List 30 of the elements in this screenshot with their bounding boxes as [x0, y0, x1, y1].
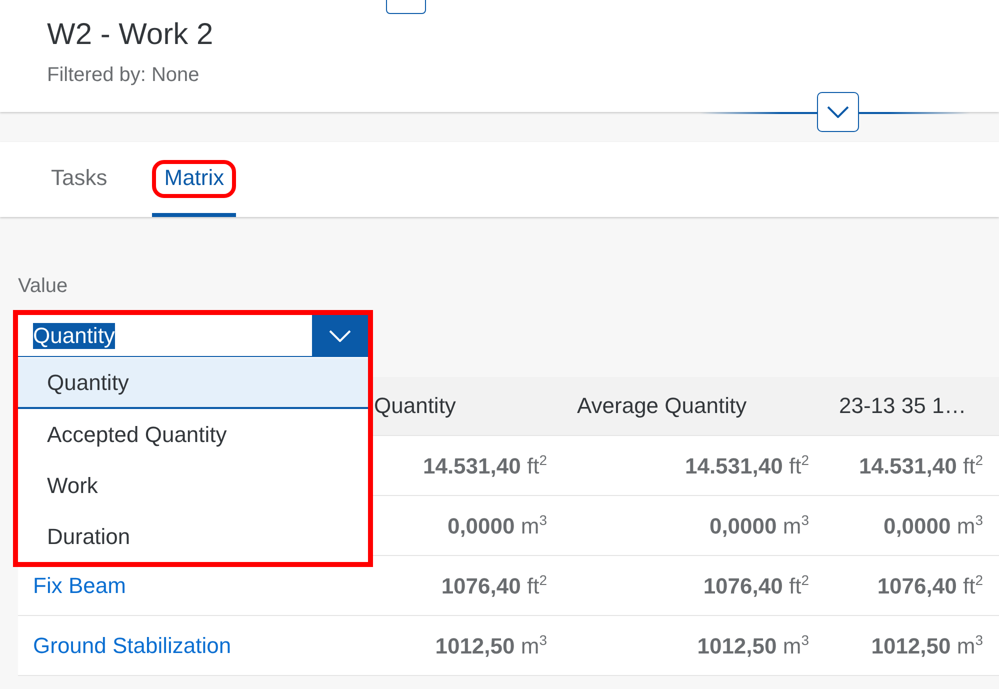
- table-cell: 1076,40 ft$^{2}$: [703, 572, 809, 600]
- chevron-down-icon: [329, 330, 351, 342]
- task-link[interactable]: Fix Beam: [33, 572, 126, 598]
- dropdown-option[interactable]: Quantity: [18, 358, 368, 409]
- value-select[interactable]: Quantity: [18, 315, 368, 357]
- table-cell: 14.531,40 ft$^{2}$: [684, 452, 809, 480]
- task-link[interactable]: Ground Stabilization: [33, 632, 232, 658]
- column-header: 23-13 35 1…: [839, 393, 966, 419]
- tab[interactable]: Matrix: [152, 142, 236, 217]
- collapse-header-button[interactable]: [817, 92, 859, 132]
- field-label: Value: [18, 275, 69, 298]
- chevron-down-icon: [827, 106, 849, 118]
- column-header: Average Quantity: [577, 393, 747, 419]
- page-title: W2 - Work 2: [47, 18, 214, 52]
- expand-handle[interactable]: [386, 0, 426, 14]
- table-cell: 1012,50 m$^{3}$: [697, 632, 809, 660]
- table-cell: 14.531,40 ft$^{2}$: [858, 452, 983, 480]
- tab[interactable]: Tasks: [39, 142, 120, 217]
- select-value: Quantity: [33, 322, 115, 348]
- dropdown-button[interactable]: [312, 315, 368, 356]
- table-cell: 1076,40 ft$^{2}$: [441, 572, 547, 600]
- table-cell: 0,0000 m$^{3}$: [883, 512, 983, 540]
- column-header: Quantity: [374, 393, 456, 419]
- table-cell: 1076,40 ft$^{2}$: [877, 572, 983, 600]
- table-cell: 0,0000 m$^{3}$: [447, 512, 547, 540]
- table-cell: 14.531,40 ft$^{2}$: [422, 452, 547, 480]
- filter-subtitle: Filtered by: None: [47, 64, 200, 87]
- table-cell: 1012,50 m$^{3}$: [435, 632, 547, 660]
- table-cell: 0,0000 m$^{3}$: [709, 512, 809, 540]
- table-cell: 1012,50 m$^{3}$: [871, 632, 983, 660]
